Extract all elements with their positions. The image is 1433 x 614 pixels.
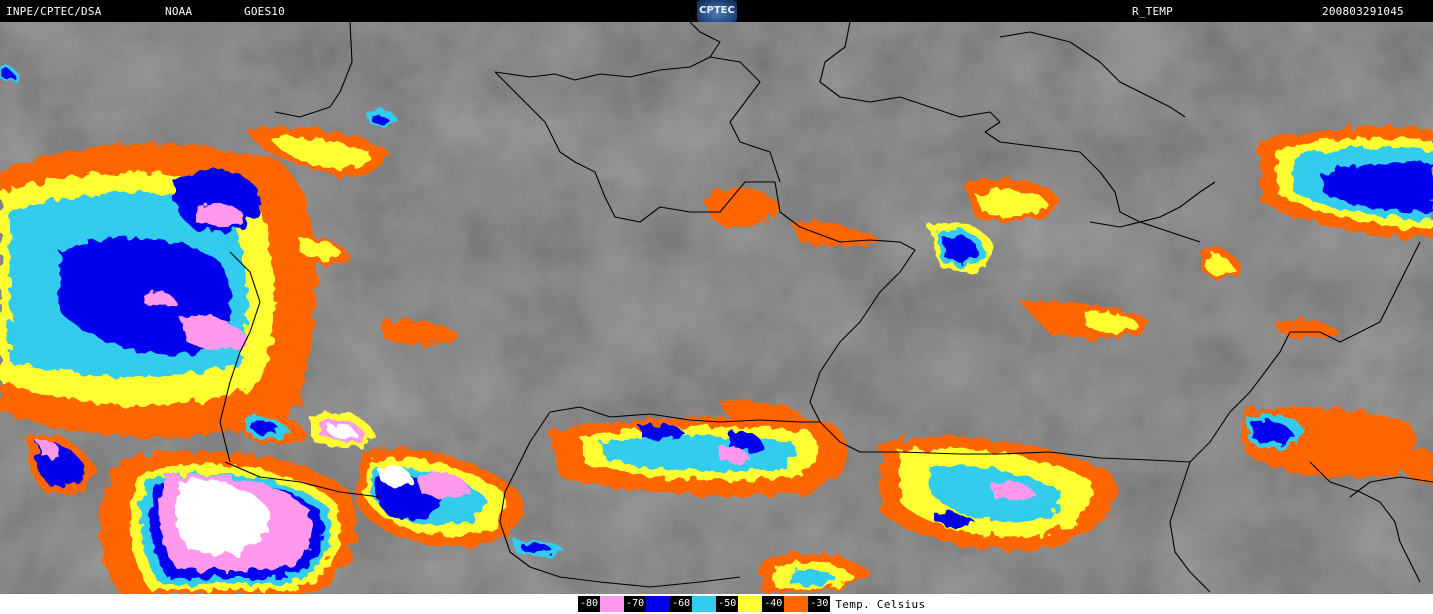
legend-label-4: -50 (716, 596, 739, 612)
legend-label-5: -40 (762, 596, 785, 612)
cptec-logo: CPTEC (697, 0, 737, 22)
legend-swatch-4 (738, 596, 763, 612)
timestamp-label: 200803291045 (1322, 5, 1404, 18)
satellite-label: GOES10 (244, 5, 285, 18)
legend-swatch-5 (784, 596, 809, 612)
source-label: INPE/CPTEC/DSA (6, 5, 102, 18)
legend-unit: Temp. Celsius (835, 597, 926, 611)
legend-label-2: -70 (624, 596, 647, 612)
product-label: R_TEMP (1132, 5, 1173, 18)
header-bar: INPE/CPTEC/DSA NOAA GOES10 CPTEC R_TEMP … (0, 0, 1433, 22)
cloud-cluster-west (0, 143, 317, 438)
temperature-legend: -80 -70 -60 -50 -40 -30 Temp. Celsius (578, 596, 925, 612)
cloud-cluster-southwest (99, 450, 357, 594)
legend-label-1: -80 (578, 596, 601, 612)
agency-label: NOAA (165, 5, 193, 18)
legend-label-6: -30 (808, 596, 831, 612)
legend-label-3: -60 (670, 596, 693, 612)
legend-bar: -80 -70 -60 -50 -40 -30 Temp. Celsius (0, 594, 1433, 614)
legend-swatch-3 (692, 596, 717, 612)
legend-swatch-1 (600, 596, 625, 612)
legend-swatch-2 (646, 596, 671, 612)
satellite-image (0, 22, 1433, 594)
